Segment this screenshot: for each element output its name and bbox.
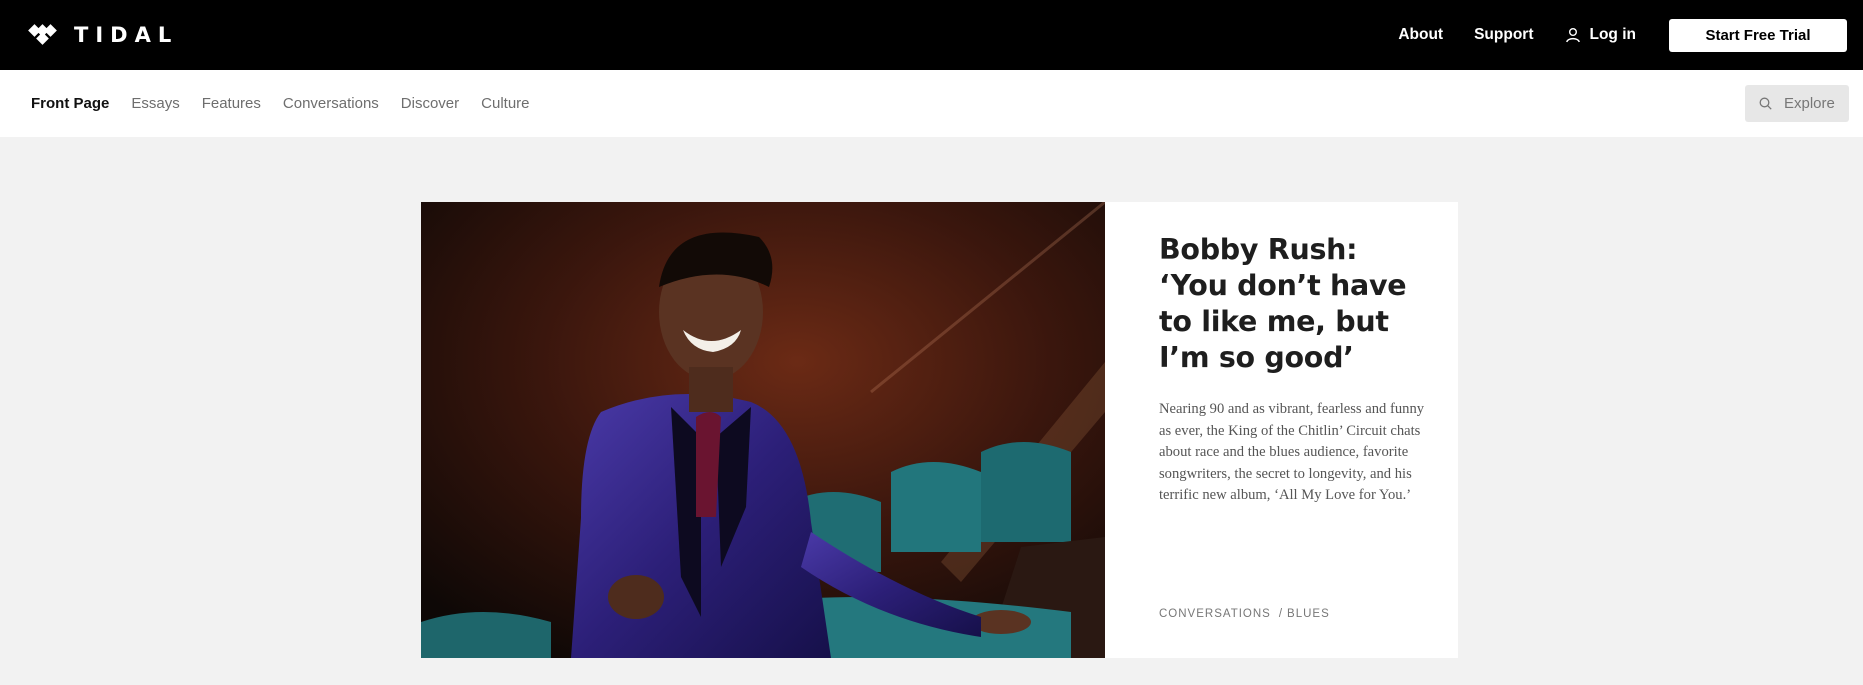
nav-item-culture[interactable]: Culture bbox=[481, 95, 529, 112]
search-icon bbox=[1759, 97, 1772, 110]
section-nav: Front Page Essays Features Conversations… bbox=[0, 70, 1863, 137]
support-link[interactable]: Support bbox=[1474, 26, 1533, 44]
explore-label: Explore bbox=[1784, 95, 1835, 112]
explore-button[interactable]: Explore bbox=[1745, 85, 1849, 122]
nav-item-conversations[interactable]: Conversations bbox=[283, 95, 379, 112]
article-headline[interactable]: Bobby Rush: ‘You don’t have to like me, … bbox=[1159, 232, 1424, 376]
nav-item-features[interactable]: Features bbox=[202, 95, 261, 112]
tag-separator: / bbox=[1278, 608, 1284, 620]
login-link[interactable]: Log in bbox=[1565, 26, 1637, 44]
tidal-logo-icon bbox=[28, 24, 60, 46]
login-label: Log in bbox=[1589, 26, 1637, 43]
top-links: About Support Log in Start Free Trial bbox=[1398, 0, 1847, 70]
nav-item-discover[interactable]: Discover bbox=[401, 95, 459, 112]
top-header: TIDAL About Support Log in Start Free Tr… bbox=[0, 0, 1863, 70]
article-tags: CONVERSATIONS / BLUES bbox=[1159, 608, 1330, 620]
tag-blues[interactable]: BLUES bbox=[1287, 608, 1330, 620]
article-photo[interactable] bbox=[421, 202, 1105, 658]
nav-item-essays[interactable]: Essays bbox=[131, 95, 179, 112]
article-summary: Nearing 90 and as vibrant, fearless and … bbox=[1159, 401, 1425, 504]
about-link[interactable]: About bbox=[1398, 26, 1443, 44]
nav-item-front-page[interactable]: Front Page bbox=[31, 95, 109, 112]
start-free-trial-button[interactable]: Start Free Trial bbox=[1669, 18, 1847, 52]
tag-conversations[interactable]: CONVERSATIONS bbox=[1159, 608, 1271, 620]
user-icon bbox=[1565, 28, 1580, 43]
tidal-logo[interactable]: TIDAL bbox=[28, 22, 179, 48]
logo-text: TIDAL bbox=[74, 23, 179, 47]
featured-article-card[interactable]: Bobby Rush: ‘You don’t have to like me, … bbox=[421, 202, 1458, 658]
